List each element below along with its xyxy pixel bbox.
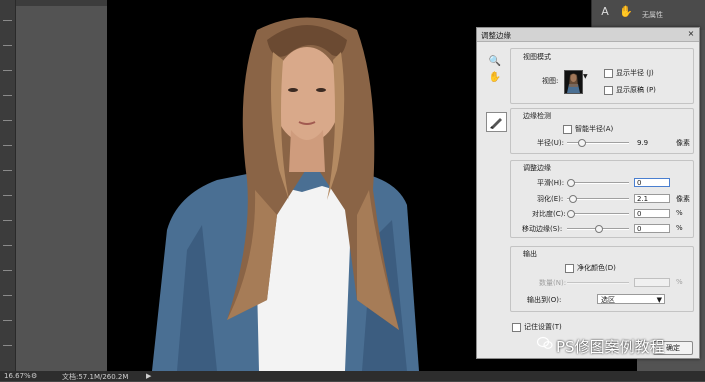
amount-field — [634, 278, 670, 287]
status-bar: 16.67% ⚙ 文档:57.1M/260.2M ▶ — [0, 371, 705, 381]
radius-unit: 像素 — [676, 139, 690, 147]
brush-icon — [490, 118, 502, 129]
shift-edge-slider-knob[interactable] — [595, 225, 603, 233]
contrast-label: 对比度(C): — [532, 210, 566, 218]
close-icon[interactable]: × — [686, 29, 696, 39]
smooth-field[interactable]: 0 — [634, 178, 670, 187]
radius-slider[interactable] — [567, 138, 629, 147]
status-menu-arrow-icon[interactable]: ▶ — [146, 372, 151, 380]
radius-slider-knob[interactable] — [578, 139, 586, 147]
properties-label: 无属性 — [642, 11, 663, 19]
shift-edge-label: 移动边缘(S): — [522, 225, 563, 233]
decontaminate-colors-checkbox[interactable] — [565, 264, 574, 273]
view-dropdown-arrow-icon[interactable]: ▼ — [583, 73, 588, 80]
view-mode-group: 视图模式 — [510, 48, 694, 104]
chevron-down-icon: ▼ — [656, 296, 662, 304]
type-tool-icon[interactable]: A — [597, 4, 613, 20]
hand-grab-icon[interactable]: ✋ — [618, 4, 634, 20]
smooth-label: 平滑(H): — [537, 179, 565, 187]
amount-slider — [567, 278, 629, 287]
properties-panel-strip: A ✋ 无属性 — [591, 0, 705, 30]
feather-slider[interactable] — [567, 194, 629, 203]
contrast-field[interactable]: 0 — [634, 209, 670, 218]
smooth-slider-knob[interactable] — [567, 179, 575, 187]
show-radius-checkbox[interactable] — [604, 69, 613, 78]
view-mode-thumbnail[interactable] — [564, 70, 583, 94]
feather-unit: 像素 — [676, 195, 690, 203]
wechat-logo-icon — [537, 336, 553, 349]
show-original-checkbox[interactable] — [604, 86, 613, 95]
hand-tool-icon[interactable]: ✋ — [487, 71, 503, 85]
vertical-ruler — [0, 0, 16, 371]
edge-detection-title: 边缘检测 — [523, 112, 551, 120]
remember-settings-label: 记住设置(T) — [524, 323, 562, 331]
amount-unit: % — [676, 278, 683, 286]
feather-slider-knob[interactable] — [569, 195, 577, 203]
output-to-label: 输出到(O): — [527, 296, 562, 304]
refine-edge-dialog: 调整边缘 × 🔍 ✋ 视图模式 视图: ▼ 显示半径 (J) 显示原稿 (P) … — [476, 27, 700, 359]
shift-edge-unit: % — [676, 224, 683, 232]
view-mode-title: 视图模式 — [523, 53, 551, 61]
shift-edge-field[interactable]: 0 — [634, 224, 670, 233]
decontaminate-colors-label: 净化颜色(D) — [577, 264, 616, 272]
dialog-title: 调整边缘 — [481, 31, 511, 40]
radius-value[interactable]: 9.9 — [634, 138, 670, 147]
remember-settings-checkbox[interactable] — [512, 323, 521, 332]
contrast-slider[interactable] — [567, 209, 629, 218]
view-label: 视图: — [542, 77, 559, 85]
show-original-label: 显示原稿 (P) — [616, 86, 656, 94]
zoom-level[interactable]: 16.67% — [4, 372, 31, 380]
feather-field[interactable]: 2.1 — [634, 194, 670, 203]
feather-label: 羽化(E): — [537, 195, 564, 203]
smart-radius-label: 智能半径(A) — [575, 125, 614, 133]
show-radius-label: 显示半径 (J) — [616, 69, 654, 77]
smooth-slider[interactable] — [567, 178, 629, 187]
adjust-edge-title: 调整边缘 — [523, 164, 551, 172]
zoom-tool-icon[interactable]: 🔍 — [487, 55, 503, 69]
amount-label: 数量(N): — [539, 279, 567, 287]
smart-radius-checkbox[interactable] — [563, 125, 572, 134]
output-to-select[interactable]: 选区 ▼ — [597, 294, 665, 304]
refine-radius-tool-button[interactable] — [486, 112, 507, 132]
output-title: 输出 — [523, 250, 537, 258]
shift-edge-slider[interactable] — [567, 224, 629, 233]
contrast-slider-knob[interactable] — [567, 210, 575, 218]
radius-label: 半径(U): — [537, 139, 564, 147]
status-settings-icon[interactable]: ⚙ — [31, 372, 37, 380]
watermark-text: PS修图案例教程 — [556, 338, 665, 356]
dialog-titlebar[interactable]: 调整边缘 × — [477, 28, 699, 42]
output-to-value: 选区 — [601, 296, 615, 304]
contrast-unit: % — [676, 209, 683, 217]
